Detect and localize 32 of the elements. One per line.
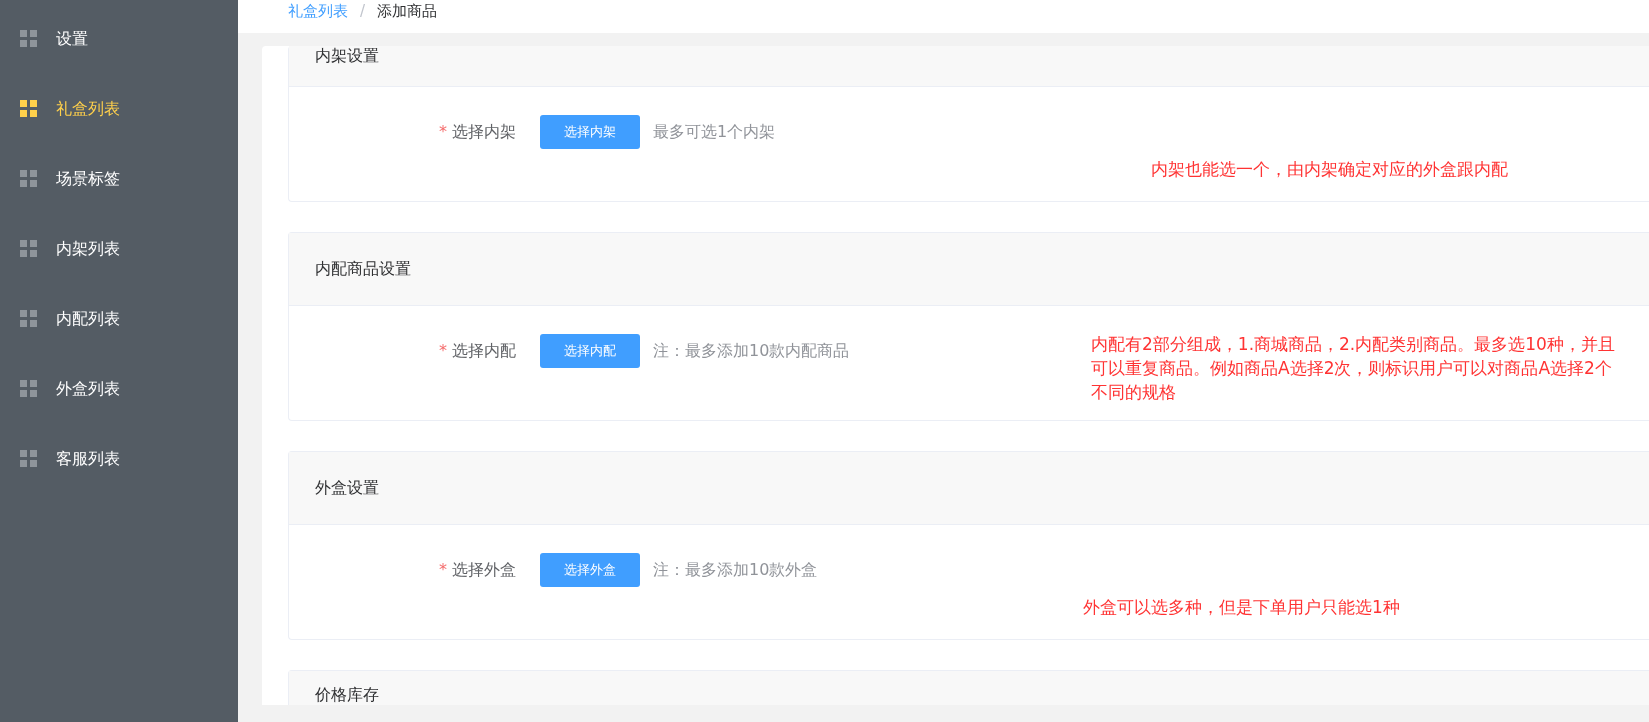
grid-icon [20, 30, 38, 48]
sidebar-item[interactable]: 设置 [0, 4, 238, 74]
grid-icon [20, 310, 38, 328]
annotation-note: 外盒可以选多种，但是下单用户只能选1种 [1083, 596, 1400, 619]
field-hint: 注：最多添加10款外盒 [653, 559, 819, 581]
required-mark: * [438, 122, 447, 141]
section-title: 外盒设置 [315, 477, 379, 499]
annotation-note: 内架也能选一个，由内架确定对应的外盒跟内配 [1151, 158, 1508, 181]
field-label: * 选择外盒 [437, 559, 516, 581]
grid-icon [20, 240, 38, 258]
required-mark: * [438, 560, 447, 579]
required-mark: * [438, 341, 447, 360]
breadcrumb-separator: / [360, 2, 366, 20]
sidebar-item[interactable]: 外盒列表 [0, 354, 238, 424]
grid-icon [20, 450, 38, 468]
grid-icon [20, 380, 38, 398]
sidebar-item[interactable]: 礼盒列表 [0, 74, 238, 144]
sidebar-item[interactable]: 内配列表 [0, 284, 238, 354]
grid-icon [20, 100, 38, 118]
sidebar-item[interactable]: 客服列表 [0, 424, 238, 494]
field-hint: 最多可选1个内架 [653, 121, 777, 143]
grid-icon [20, 170, 38, 188]
section-title: 价格库存 [315, 685, 379, 705]
field-hint: 注：最多添加10款内配商品 [653, 340, 851, 362]
section-title: 内架设置 [315, 46, 379, 67]
field-label: * 选择内架 [437, 121, 516, 143]
field-label: * 选择内配 [437, 340, 516, 362]
sidebar-item[interactable]: 场景标签 [0, 144, 238, 214]
sidebar-item[interactable]: 内架列表 [0, 214, 238, 284]
annotation-note: 内配有2部分组成，1.商城商品，2.内配类别商品。最多选10种，并且可以重复商品。例如商品A选择2次，则标识用户可以对商品A选择2个不同的规格 [1091, 333, 1616, 404]
breadcrumb-current: 添加商品 [377, 2, 438, 21]
section-title: 内配商品设置 [315, 258, 411, 280]
